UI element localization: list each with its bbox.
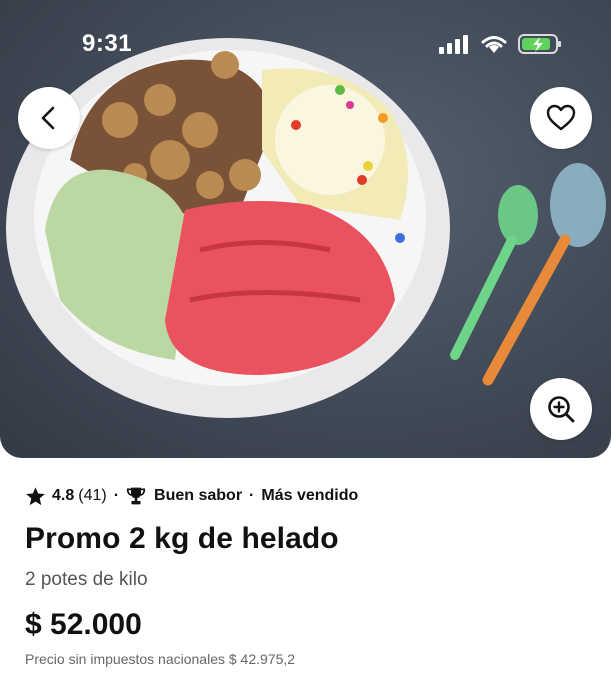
product-price: $ 52.000 — [25, 608, 142, 641]
badge-mas-vendido: Más vendido — [261, 487, 359, 504]
separator-dot: · — [113, 487, 120, 504]
status-time: 9:31 — [82, 30, 133, 57]
zoom-button[interactable] — [530, 378, 592, 440]
trophy-icon — [126, 486, 146, 506]
zoom-in-icon — [548, 396, 575, 423]
product-hero-image[interactable]: 9:31 — [0, 0, 611, 458]
star-icon — [25, 486, 46, 507]
rating-value: 4.8 — [52, 487, 75, 504]
product-meta: 4.8 (41) · Buen sabor · Más vendido — [25, 482, 595, 510]
product-title: Promo 2 kg de helado — [25, 522, 339, 555]
wifi-icon — [481, 36, 507, 53]
back-button[interactable] — [18, 87, 80, 149]
heart-icon — [546, 104, 576, 131]
rating-count: (41) — [78, 487, 107, 504]
signal-icon — [439, 35, 468, 54]
status-icons — [438, 33, 562, 55]
battery-charging-icon — [518, 34, 561, 54]
separator-dot: · — [249, 487, 255, 504]
tax-note: Precio sin impuestos nacionales $ 42.975… — [25, 651, 296, 667]
product-subtitle: 2 potes de kilo — [25, 569, 148, 590]
status-bar: 9:31 — [0, 0, 611, 90]
chevron-left-icon — [41, 106, 55, 130]
badge-buen-sabor: Buen sabor — [154, 487, 243, 504]
rating-row: 4.8 (41) · Buen sabor · Más vendido — [25, 482, 595, 510]
favorite-button[interactable] — [530, 87, 592, 149]
